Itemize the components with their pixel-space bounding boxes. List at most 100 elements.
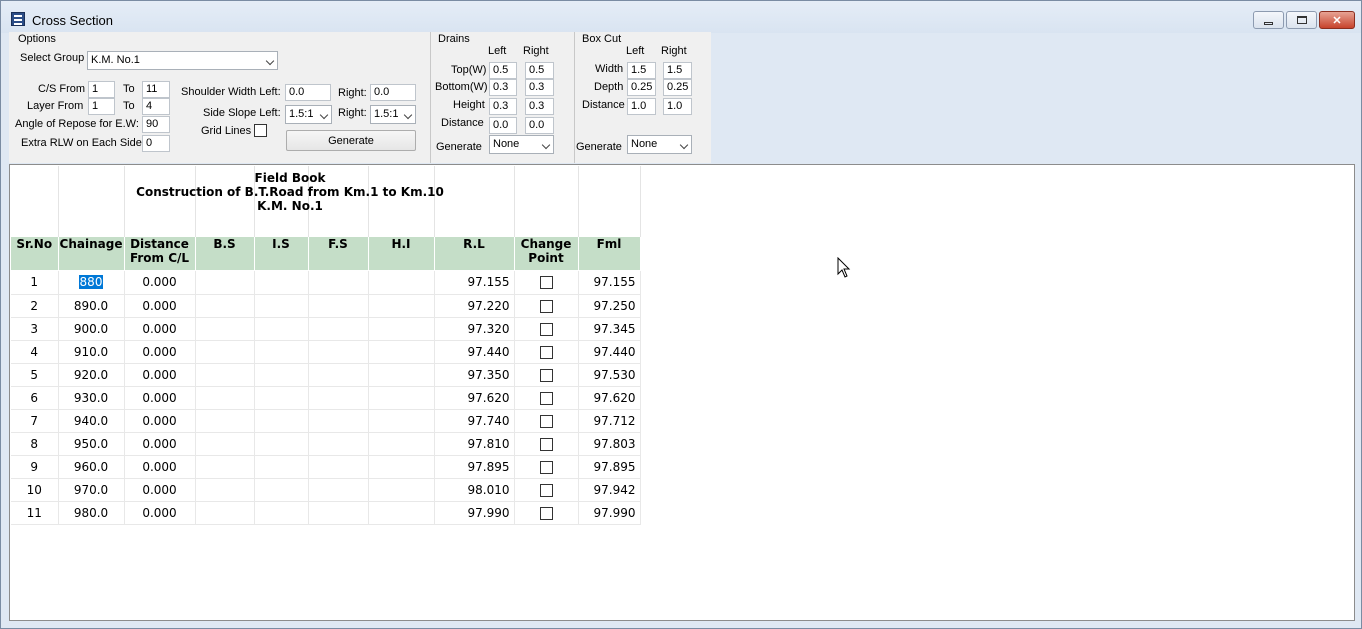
cell-bs[interactable] bbox=[195, 363, 255, 387]
cell-hi[interactable] bbox=[368, 455, 435, 479]
cell-rl[interactable]: 97.350 bbox=[434, 363, 515, 387]
cell-is[interactable] bbox=[254, 386, 309, 410]
change-point-checkbox[interactable] bbox=[539, 483, 553, 497]
cell-rl[interactable]: 97.220 bbox=[434, 294, 515, 318]
cell-is[interactable] bbox=[254, 294, 309, 318]
layer-from-input[interactable]: 1 bbox=[88, 98, 115, 115]
boxcut-depth-left-input[interactable]: 0.25 bbox=[627, 79, 656, 96]
cell-sr-no[interactable]: 9 bbox=[11, 455, 59, 479]
table-row[interactable]: 11 980.0 0.000 97.990 97.990 bbox=[11, 501, 641, 525]
cell-change-point[interactable] bbox=[514, 501, 579, 525]
cell-fml[interactable]: 97.250 bbox=[578, 294, 641, 318]
cell-is[interactable] bbox=[254, 478, 309, 502]
cell-distance[interactable]: 0.000 bbox=[124, 478, 196, 502]
cell-distance[interactable]: 0.000 bbox=[124, 432, 196, 456]
cell-bs[interactable] bbox=[195, 501, 255, 525]
cell-rl[interactable]: 97.320 bbox=[434, 317, 515, 341]
cell-rl[interactable]: 97.440 bbox=[434, 340, 515, 364]
table-row[interactable]: 6 930.0 0.000 97.620 97.620 bbox=[11, 386, 641, 410]
side-slope-right-dropdown[interactable]: 1.5:1 bbox=[370, 105, 416, 124]
cell-distance[interactable]: 0.000 bbox=[124, 294, 196, 318]
cell-fml[interactable]: 97.990 bbox=[578, 501, 641, 525]
table-row[interactable]: 2 890.0 0.000 97.220 97.250 bbox=[11, 294, 641, 318]
boxcut-width-left-input[interactable]: 1.5 bbox=[627, 62, 656, 79]
cell-rl[interactable]: 97.155 bbox=[434, 271, 515, 295]
cell-is[interactable] bbox=[254, 501, 309, 525]
cell-change-point[interactable] bbox=[514, 340, 579, 364]
change-point-checkbox[interactable] bbox=[539, 322, 553, 336]
cell-fml[interactable]: 97.895 bbox=[578, 455, 641, 479]
table-row[interactable]: 8 950.0 0.000 97.810 97.803 bbox=[11, 432, 641, 456]
cell-sr-no[interactable]: 5 bbox=[11, 363, 59, 387]
select-group-dropdown[interactable]: K.M. No.1 bbox=[87, 51, 278, 70]
cell-hi[interactable] bbox=[368, 386, 435, 410]
cell-change-point[interactable] bbox=[514, 478, 579, 502]
cell-distance[interactable]: 0.000 bbox=[124, 501, 196, 525]
cell-rl[interactable]: 97.810 bbox=[434, 432, 515, 456]
cell-change-point[interactable] bbox=[514, 294, 579, 318]
cell-distance[interactable]: 0.000 bbox=[124, 271, 196, 295]
change-point-checkbox[interactable] bbox=[539, 437, 553, 451]
cell-fs[interactable] bbox=[308, 317, 369, 341]
cell-chainage[interactable]: 980.0 bbox=[58, 501, 125, 525]
cell-rl[interactable]: 97.990 bbox=[434, 501, 515, 525]
cell-is[interactable] bbox=[254, 363, 309, 387]
cell-fml[interactable]: 97.345 bbox=[578, 317, 641, 341]
cell-hi[interactable] bbox=[368, 317, 435, 341]
cell-fs[interactable] bbox=[308, 294, 369, 318]
minimize-button[interactable] bbox=[1253, 11, 1284, 29]
drains-top-left-input[interactable]: 0.5 bbox=[489, 62, 517, 79]
cell-fs[interactable] bbox=[308, 455, 369, 479]
maximize-button[interactable] bbox=[1286, 11, 1317, 29]
cell-sr-no[interactable]: 7 bbox=[11, 409, 59, 433]
cell-distance[interactable]: 0.000 bbox=[124, 363, 196, 387]
cell-is[interactable] bbox=[254, 455, 309, 479]
boxcut-distance-left-input[interactable]: 1.0 bbox=[627, 98, 656, 115]
cell-distance[interactable]: 0.000 bbox=[124, 455, 196, 479]
change-point-checkbox[interactable] bbox=[539, 414, 553, 428]
cell-fs[interactable] bbox=[308, 478, 369, 502]
cell-fml[interactable]: 97.942 bbox=[578, 478, 641, 502]
cell-distance[interactable]: 0.000 bbox=[124, 386, 196, 410]
cell-hi[interactable] bbox=[368, 271, 435, 295]
table-row[interactable]: 9 960.0 0.000 97.895 97.895 bbox=[11, 455, 641, 479]
cell-hi[interactable] bbox=[368, 432, 435, 456]
layer-to-input[interactable]: 4 bbox=[142, 98, 170, 115]
cell-bs[interactable] bbox=[195, 386, 255, 410]
cell-fs[interactable] bbox=[308, 432, 369, 456]
cell-fs[interactable] bbox=[308, 271, 369, 295]
cell-rl[interactable]: 97.740 bbox=[434, 409, 515, 433]
drains-generate-dropdown[interactable]: None bbox=[489, 135, 554, 154]
cell-rl[interactable]: 98.010 bbox=[434, 478, 515, 502]
drains-bottom-right-input[interactable]: 0.3 bbox=[525, 79, 554, 96]
drains-bottom-left-input[interactable]: 0.3 bbox=[489, 79, 517, 96]
cell-sr-no[interactable]: 6 bbox=[11, 386, 59, 410]
drains-top-right-input[interactable]: 0.5 bbox=[525, 62, 554, 79]
change-point-checkbox[interactable] bbox=[539, 460, 553, 474]
cell-is[interactable] bbox=[254, 409, 309, 433]
boxcut-width-right-input[interactable]: 1.5 bbox=[663, 62, 692, 79]
cell-hi[interactable] bbox=[368, 409, 435, 433]
cell-fs[interactable] bbox=[308, 386, 369, 410]
shoulder-width-right-input[interactable]: 0.0 bbox=[370, 84, 416, 101]
cell-change-point[interactable] bbox=[514, 271, 579, 295]
cell-fml[interactable]: 97.803 bbox=[578, 432, 641, 456]
change-point-checkbox[interactable] bbox=[539, 276, 553, 290]
cell-bs[interactable] bbox=[195, 455, 255, 479]
cell-sr-no[interactable]: 3 bbox=[11, 317, 59, 341]
cell-sr-no[interactable]: 10 bbox=[11, 478, 59, 502]
shoulder-width-left-input[interactable]: 0.0 bbox=[285, 84, 331, 101]
change-point-checkbox[interactable] bbox=[539, 506, 553, 520]
cell-rl[interactable]: 97.895 bbox=[434, 455, 515, 479]
cell-rl[interactable]: 97.620 bbox=[434, 386, 515, 410]
cell-fml[interactable]: 97.530 bbox=[578, 363, 641, 387]
table-row[interactable]: 5 920.0 0.000 97.350 97.530 bbox=[11, 363, 641, 387]
cell-bs[interactable] bbox=[195, 432, 255, 456]
cell-chainage[interactable]: 950.0 bbox=[58, 432, 125, 456]
title-bar[interactable]: Cross Section ✕ bbox=[1, 1, 1361, 33]
cell-sr-no[interactable]: 1 bbox=[11, 271, 59, 295]
table-row[interactable]: 4 910.0 0.000 97.440 97.440 bbox=[11, 340, 641, 364]
cell-change-point[interactable] bbox=[514, 363, 579, 387]
cell-chainage[interactable]: 900.0 bbox=[58, 317, 125, 341]
cell-sr-no[interactable]: 2 bbox=[11, 294, 59, 318]
